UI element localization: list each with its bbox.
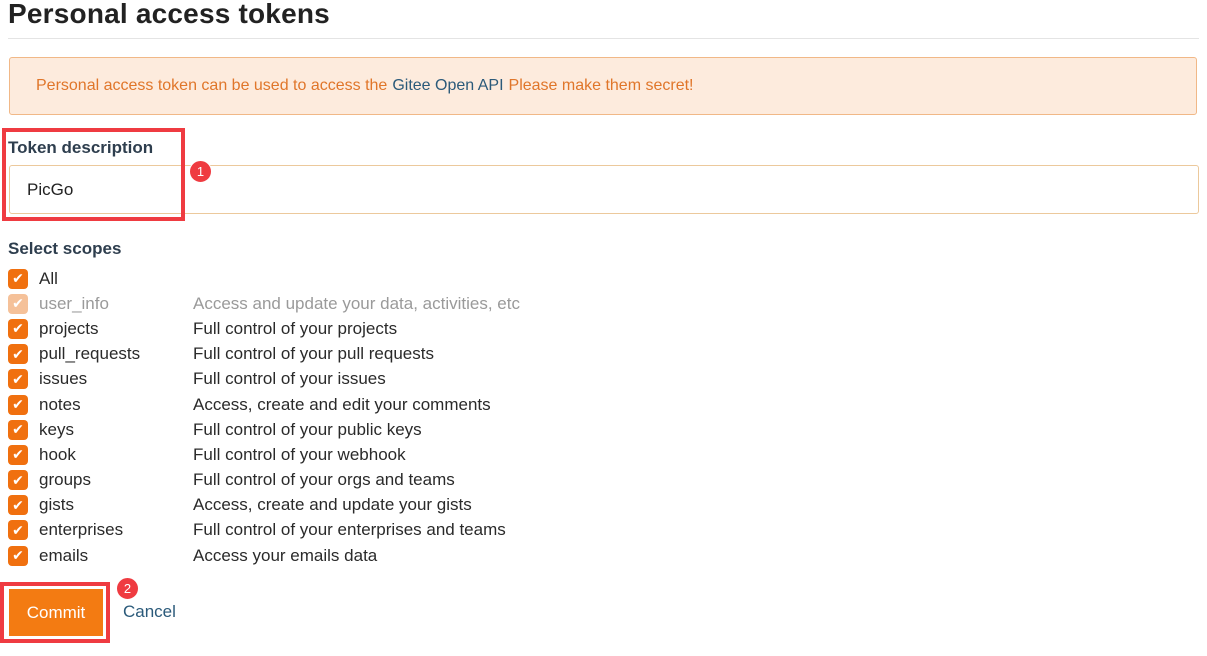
- scope-description: Full control of your public keys: [193, 419, 422, 439]
- checkmark-icon: ✔: [12, 396, 24, 413]
- scope-list: ✔ All ✔ user_info Access and update your dat…: [8, 266, 520, 568]
- scope-description: Full control of your pull requests: [193, 344, 434, 364]
- scope-row-issues: ✔ issues Full control of your issues: [8, 367, 520, 392]
- scope-row-hook: ✔ hook Full control of your webhook: [8, 442, 520, 467]
- checkmark-icon: ✔: [12, 295, 24, 312]
- scope-name: groups: [39, 470, 91, 490]
- checkmark-icon: ✔: [12, 370, 24, 387]
- scope-checkbox-emails[interactable]: ✔: [8, 545, 28, 566]
- scope-row-emails: ✔ emails Access your emails data: [8, 543, 520, 568]
- info-alert: Personal access token can be used to acc…: [9, 57, 1197, 115]
- scope-description: Access and update your data, activities,…: [193, 293, 520, 313]
- scope-description: Full control of your enterprises and tea…: [193, 520, 506, 540]
- scope-checkbox-keys[interactable]: ✔: [8, 419, 28, 440]
- checkmark-icon: ✔: [12, 270, 24, 287]
- scope-description: Full control of your webhook: [193, 444, 406, 464]
- scope-description: Access, create and update your gists: [193, 495, 472, 515]
- scope-name: projects: [39, 318, 99, 338]
- scope-name: notes: [39, 394, 81, 414]
- gitee-open-api-link[interactable]: Gitee Open API: [392, 77, 503, 95]
- title-divider: [8, 38, 1199, 39]
- scope-row-user-info: ✔ user_info Access and update your data, a…: [8, 291, 520, 316]
- scope-checkbox-hook[interactable]: ✔: [8, 444, 28, 465]
- scope-checkbox-enterprises[interactable]: ✔: [8, 520, 28, 541]
- scope-row-gists: ✔ gists Access, create and update your gis…: [8, 493, 520, 518]
- scope-description: Full control of your issues: [193, 369, 386, 389]
- checkmark-icon: ✔: [12, 521, 24, 538]
- alert-text-after: Please make them secret!: [508, 77, 694, 94]
- select-scopes-label: Select scopes: [8, 239, 122, 258]
- checkmark-icon: ✔: [12, 547, 24, 564]
- scope-checkbox-user-info: ✔: [8, 293, 28, 314]
- token-description-input[interactable]: PicGo: [9, 165, 1199, 214]
- scope-checkbox-issues[interactable]: ✔: [8, 369, 28, 390]
- checkmark-icon: ✔: [12, 421, 24, 438]
- checkmark-icon: ✔: [12, 320, 24, 337]
- scope-checkbox-projects[interactable]: ✔: [8, 318, 28, 339]
- cancel-link[interactable]: Cancel: [123, 602, 176, 622]
- scope-name: enterprises: [39, 520, 124, 540]
- scope-row-enterprises: ✔ enterprises Full control of your enterpr…: [8, 518, 520, 543]
- scope-description: Full control of your orgs and teams: [193, 470, 455, 490]
- scope-name: gists: [39, 495, 74, 515]
- scope-row-projects: ✔ projects Full control of your projects: [8, 316, 520, 341]
- scope-row-pull-requests: ✔ pull_requests Full control of your pull …: [8, 342, 520, 367]
- scope-name: issues: [39, 369, 88, 389]
- scope-name: user_info: [39, 293, 109, 313]
- scope-row-groups: ✔ groups Full control of your orgs and tea…: [8, 468, 520, 493]
- scope-checkbox-pull-requests[interactable]: ✔: [8, 344, 28, 365]
- checkmark-icon: ✔: [12, 471, 24, 488]
- step-badge-2: 2: [116, 577, 139, 600]
- scope-name: keys: [39, 419, 74, 439]
- scope-row-all: ✔ All: [8, 266, 520, 291]
- scope-description: Access your emails data: [193, 545, 378, 565]
- scope-checkbox-groups[interactable]: ✔: [8, 470, 28, 491]
- scope-row-notes: ✔ notes Access, create and edit your comme…: [8, 392, 520, 417]
- scope-description: Access, create and edit your comments: [193, 394, 491, 414]
- scope-name: pull_requests: [39, 344, 141, 364]
- scope-checkbox-notes[interactable]: ✔: [8, 394, 28, 415]
- checkmark-icon: ✔: [12, 446, 24, 463]
- scope-row-keys: ✔ keys Full control of your public keys: [8, 417, 520, 442]
- highlight-box-commit: [0, 582, 110, 643]
- scope-checkbox-gists[interactable]: ✔: [8, 495, 28, 516]
- scope-checkbox-all[interactable]: ✔: [8, 268, 28, 289]
- checkmark-icon: ✔: [12, 345, 24, 362]
- checkmark-icon: ✔: [12, 496, 24, 513]
- step-badge-1: 1: [189, 160, 212, 183]
- scope-name: All: [39, 268, 58, 288]
- page-title: Personal access tokens: [8, 0, 330, 29]
- highlight-box-description: [2, 128, 185, 221]
- scope-description: Full control of your projects: [193, 318, 398, 338]
- scope-name: emails: [39, 545, 89, 565]
- alert-text-before: Personal access token can be used to acc…: [36, 77, 388, 94]
- scope-name: hook: [39, 444, 76, 464]
